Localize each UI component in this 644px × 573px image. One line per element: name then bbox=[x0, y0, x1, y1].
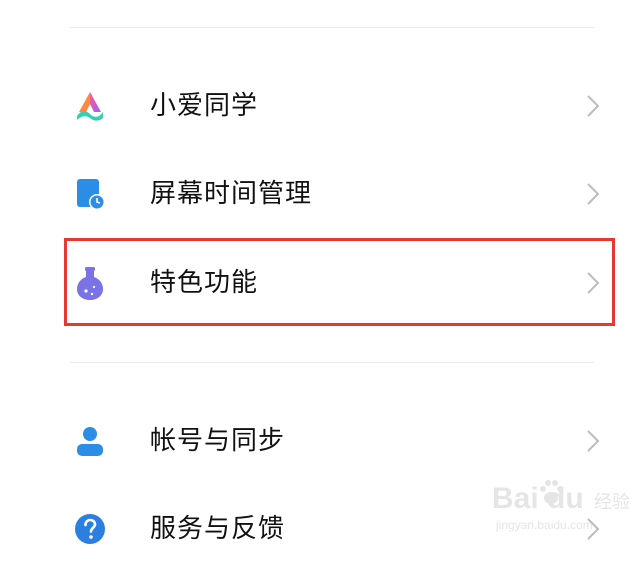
top-divider bbox=[70, 27, 594, 28]
account-person-icon bbox=[72, 423, 108, 459]
watermark-subtitle: 经验 bbox=[594, 492, 630, 513]
chevron-right-icon bbox=[585, 93, 601, 119]
paw-print-icon bbox=[538, 478, 564, 512]
menu-item-label: 帐号与同步 bbox=[150, 426, 286, 456]
menu-item-account-sync[interactable]: 帐号与同步 bbox=[0, 397, 644, 485]
baidu-jingyan-watermark: Bai du 经验 jingyan.baidu.com bbox=[492, 478, 640, 548]
chevron-right-icon bbox=[585, 181, 601, 207]
highlight-annotation-box bbox=[64, 238, 615, 326]
menu-item-label: 小爱同学 bbox=[150, 91, 259, 121]
chevron-right-icon bbox=[585, 428, 601, 454]
xiaoai-assistant-icon bbox=[72, 88, 108, 124]
help-question-icon bbox=[72, 511, 108, 547]
menu-item-screen-time[interactable]: 屏幕时间管理 bbox=[0, 150, 644, 238]
section-divider bbox=[70, 362, 594, 363]
watermark-url: jingyan.baidu.com bbox=[496, 518, 593, 532]
menu-item-label: 服务与反馈 bbox=[150, 514, 286, 544]
menu-item-label: 屏幕时间管理 bbox=[150, 179, 313, 209]
menu-item-xiaoai[interactable]: 小爱同学 bbox=[0, 62, 644, 150]
screen-time-icon bbox=[72, 176, 108, 212]
